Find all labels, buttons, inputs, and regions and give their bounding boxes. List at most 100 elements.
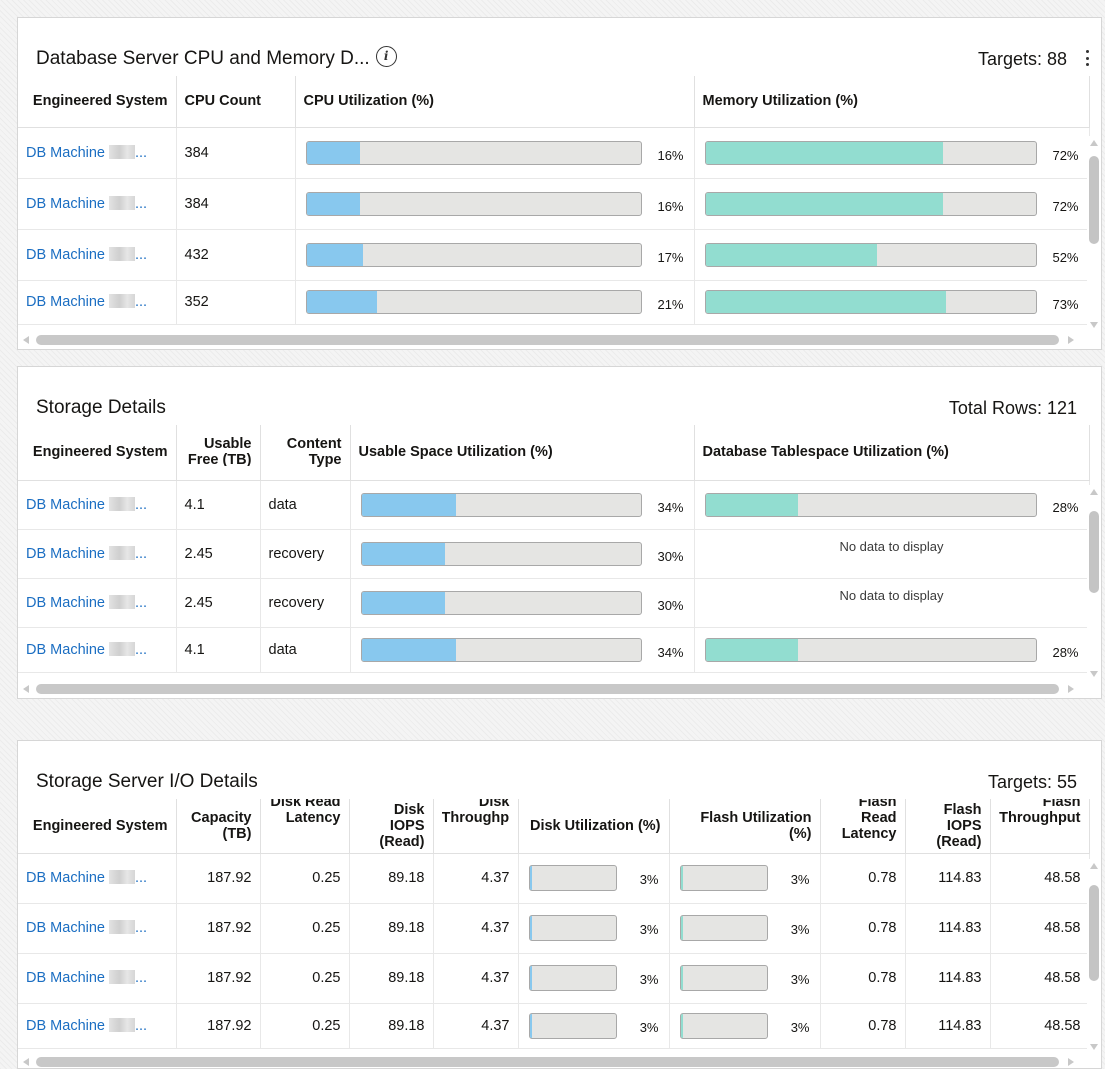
progress-fill xyxy=(529,866,533,890)
progress-fill xyxy=(529,966,533,990)
flash-throughput-cell: 48.58 xyxy=(990,853,1090,904)
scroll-right-icon[interactable] xyxy=(1068,336,1074,344)
scroll-down-icon[interactable] xyxy=(1090,1044,1098,1050)
cpu-utilization-cell: 21% xyxy=(295,280,695,325)
flash-throughput-cell: 48.58 xyxy=(990,903,1090,954)
progress-bar xyxy=(305,191,642,216)
progress-bar xyxy=(528,915,617,941)
column-header[interactable]: Flash Read Latency xyxy=(820,799,906,854)
column-header[interactable]: Disk IOPS (Read) xyxy=(349,799,434,854)
storage-details-panel: Storage Details Total Rows: 121 Engineer… xyxy=(17,366,1102,699)
scroll-thumb[interactable] xyxy=(36,1057,1059,1067)
flash-read-latency-cell: 0.78 xyxy=(820,903,906,954)
progress-bar xyxy=(679,965,768,991)
horizontal-scrollbar[interactable] xyxy=(18,681,1101,697)
column-header[interactable]: Usable Space Utilization (%) xyxy=(350,425,695,481)
column-header[interactable]: Capacity (TB) xyxy=(176,799,261,854)
storage-io-table: Engineered System Capacity (TB) Disk Rea… xyxy=(18,799,1090,1049)
percent-label: 34% xyxy=(657,499,684,515)
system-link[interactable]: DB Machine... xyxy=(18,480,177,530)
system-link[interactable]: DB Machine... xyxy=(18,178,177,230)
scroll-right-icon[interactable] xyxy=(1068,1058,1074,1066)
scroll-thumb[interactable] xyxy=(1089,511,1099,593)
vertical-scrollbar[interactable] xyxy=(1087,859,1101,1054)
redacted-name xyxy=(108,641,135,656)
progress-bar xyxy=(305,242,642,267)
scroll-thumb[interactable] xyxy=(1089,156,1099,244)
cpu-utilization-cell: 16% xyxy=(295,178,695,230)
cpu-table-wrap: Engineered System CPU Count CPU Utilizat… xyxy=(18,76,1101,332)
column-header[interactable]: Flash Throughput xyxy=(990,799,1090,854)
scroll-up-icon[interactable] xyxy=(1090,489,1098,495)
memory-utilization-cell: 72% xyxy=(694,178,1090,230)
scroll-thumb[interactable] xyxy=(1089,885,1099,981)
system-link[interactable]: DB Machine... xyxy=(18,229,177,281)
system-link[interactable]: DB Machine... xyxy=(18,953,177,1004)
percent-label: 3% xyxy=(790,872,810,887)
progress-bar xyxy=(528,965,617,991)
percent-label: 28% xyxy=(1052,644,1079,660)
scroll-left-icon[interactable] xyxy=(23,336,29,344)
column-header[interactable]: CPU Count xyxy=(176,76,296,128)
scroll-down-icon[interactable] xyxy=(1090,322,1098,328)
column-header[interactable]: Engineered System xyxy=(18,799,177,854)
system-link[interactable]: DB Machine... xyxy=(18,280,177,325)
system-link[interactable]: DB Machine... xyxy=(18,903,177,954)
table-row: DB Machine... 4.1 data 34% 28% xyxy=(18,627,1090,673)
column-header[interactable]: Disk Utilization (%) xyxy=(518,799,670,854)
horizontal-scrollbar[interactable] xyxy=(18,1054,1101,1068)
percent-label: 16% xyxy=(657,147,684,163)
percent-label: 17% xyxy=(657,249,684,265)
progress-fill xyxy=(680,1013,684,1038)
disk-read-latency-cell: 0.25 xyxy=(260,903,350,954)
system-link[interactable]: DB Machine... xyxy=(18,127,177,179)
disk-iops-cell: 89.18 xyxy=(349,903,434,954)
system-link[interactable]: DB Machine... xyxy=(18,627,177,673)
system-link[interactable]: DB Machine... xyxy=(18,529,177,579)
scroll-up-icon[interactable] xyxy=(1090,140,1098,146)
column-header[interactable]: Usable Free (TB) xyxy=(176,425,261,481)
table-row: DB Machine... 187.92 0.25 89.18 4.37 3% 3% 0.78… xyxy=(18,1003,1090,1049)
usable-space-utilization-cell: 34% xyxy=(350,627,695,673)
progress-fill xyxy=(680,916,684,940)
disk-iops-cell: 89.18 xyxy=(349,853,434,904)
scroll-left-icon[interactable] xyxy=(23,1058,29,1066)
system-link[interactable]: DB Machine... xyxy=(18,1003,177,1049)
column-header[interactable]: Engineered System xyxy=(18,425,177,481)
scroll-thumb[interactable] xyxy=(36,684,1059,694)
system-link[interactable]: DB Machine... xyxy=(18,853,177,904)
vertical-scrollbar[interactable] xyxy=(1087,485,1101,681)
percent-label: 73% xyxy=(1052,297,1079,312)
system-link[interactable]: DB Machine... xyxy=(18,578,177,628)
disk-throughput-cell: 4.37 xyxy=(433,953,519,1004)
column-header[interactable]: Engineered System xyxy=(18,76,177,128)
column-header[interactable]: Flash Utilization (%) xyxy=(669,799,821,854)
kebab-icon[interactable] xyxy=(1085,50,1089,66)
redacted-name xyxy=(108,294,135,308)
column-header[interactable]: Disk Read Latency xyxy=(260,799,350,854)
scroll-right-icon[interactable] xyxy=(1068,685,1074,693)
vertical-scrollbar[interactable] xyxy=(1087,136,1101,332)
flash-throughput-cell: 48.58 xyxy=(990,953,1090,1004)
column-header[interactable]: Memory Utilization (%) xyxy=(694,76,1090,128)
progress-fill xyxy=(361,542,446,565)
percent-label: 3% xyxy=(639,1019,659,1035)
column-header[interactable]: CPU Utilization (%) xyxy=(295,76,695,128)
scroll-up-icon[interactable] xyxy=(1090,863,1098,869)
capacity-cell: 187.92 xyxy=(176,1003,261,1049)
scroll-down-icon[interactable] xyxy=(1090,671,1098,677)
progress-fill xyxy=(306,141,360,164)
scroll-left-icon[interactable] xyxy=(23,685,29,693)
column-header[interactable]: Disk Throughput xyxy=(433,799,519,854)
column-header[interactable]: Flash IOPS (Read) xyxy=(905,799,991,854)
progress-bar xyxy=(704,290,1037,314)
flash-throughput-cell: 48.58 xyxy=(990,1003,1090,1049)
percent-label: 34% xyxy=(657,644,684,660)
horizontal-scrollbar[interactable] xyxy=(18,332,1101,348)
column-header[interactable]: Content Type xyxy=(260,425,351,481)
progress-bar xyxy=(679,915,768,941)
info-icon[interactable]: i xyxy=(375,46,397,67)
column-header[interactable]: Database Tablespace Utilization (%) xyxy=(694,425,1090,481)
disk-read-latency-cell: 0.25 xyxy=(260,1003,350,1049)
scroll-thumb[interactable] xyxy=(36,335,1059,345)
